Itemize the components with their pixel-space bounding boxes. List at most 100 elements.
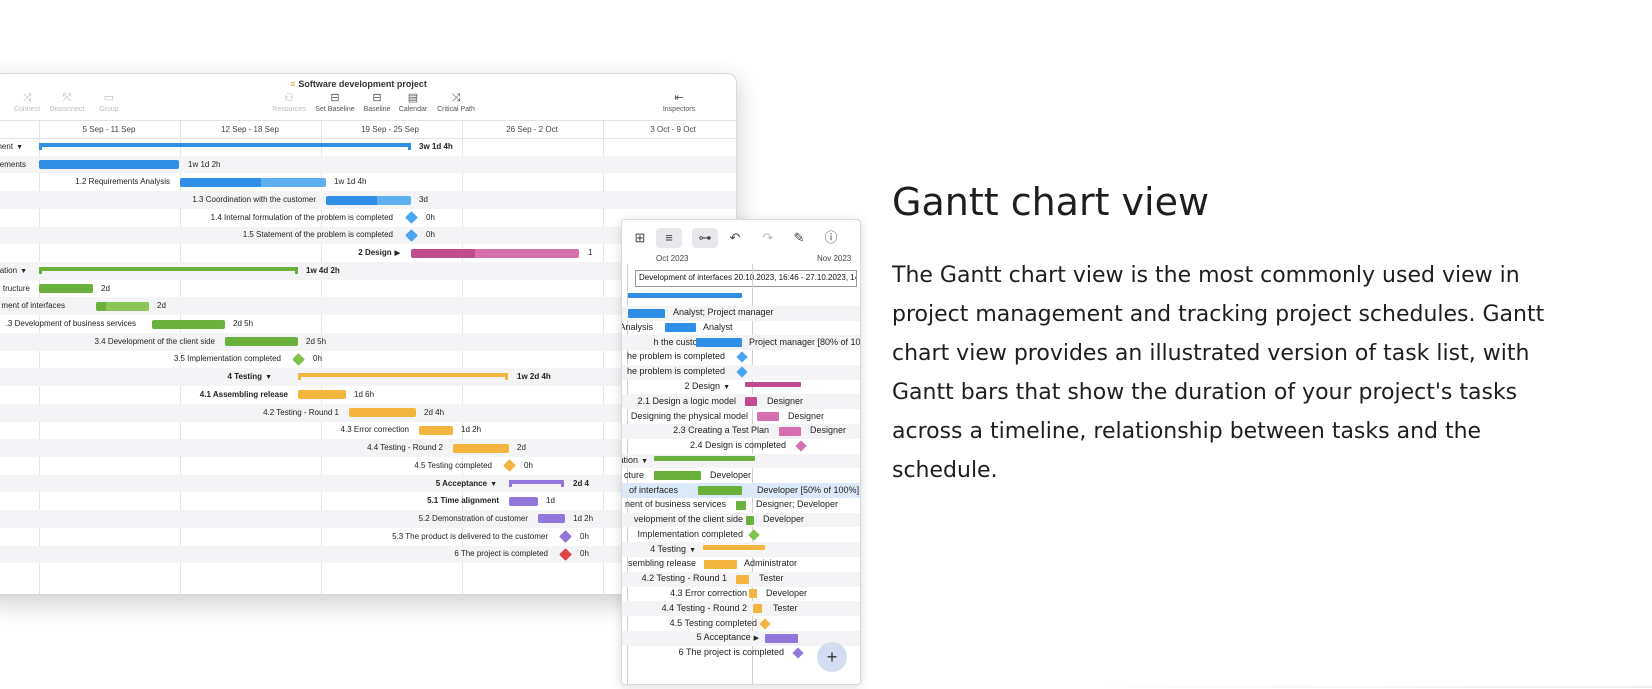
add-task-button[interactable]: + bbox=[817, 642, 847, 672]
task-row[interactable]: velopment of the client side Developer bbox=[622, 512, 860, 528]
expand-triangle-icon[interactable]: ▼ bbox=[689, 547, 696, 554]
task-bar[interactable] bbox=[746, 515, 754, 525]
milestone-diamond[interactable] bbox=[759, 617, 771, 630]
task-bar[interactable] bbox=[757, 412, 779, 422]
task-bar[interactable] bbox=[96, 301, 149, 311]
task-row[interactable]: 1.2 Requirements Analysis 1w 1d 4h bbox=[0, 173, 736, 191]
task-row[interactable]: 4.2 Testing - Round 1 Tester bbox=[622, 571, 860, 587]
group-button[interactable]: ▭ Group bbox=[79, 92, 139, 113]
task-bar[interactable] bbox=[736, 574, 749, 584]
task-name: 6 The project is completed bbox=[454, 549, 548, 558]
milestone-diamond[interactable] bbox=[748, 529, 760, 541]
task-row[interactable]: he problem is completed bbox=[622, 350, 860, 365]
task-row[interactable]: nent of business services Designer; Devel… bbox=[622, 498, 860, 513]
task-bar[interactable] bbox=[654, 471, 701, 481]
baseline-icon[interactable]: ≡ bbox=[656, 228, 682, 248]
task-row[interactable]: ment▼ 3w 1d 4h bbox=[0, 138, 736, 156]
milestone-diamond[interactable] bbox=[291, 353, 305, 366]
task-row[interactable]: Designing the physical model Designer bbox=[622, 409, 860, 424]
expand-triangle-icon[interactable]: ▼ bbox=[265, 374, 272, 381]
expand-triangle-icon[interactable]: ▼ bbox=[641, 458, 648, 465]
task-bar[interactable] bbox=[698, 486, 742, 495]
task-bar[interactable] bbox=[326, 195, 411, 205]
task-row[interactable]: 2.1 Design a logic model Designer bbox=[622, 394, 860, 410]
summary-bar[interactable] bbox=[703, 544, 765, 550]
task-row[interactable]: 2.4 Design is completed bbox=[622, 439, 860, 454]
task-bar[interactable] bbox=[419, 425, 453, 435]
summary-bar[interactable] bbox=[298, 373, 508, 381]
summary-bar[interactable] bbox=[39, 142, 411, 150]
task-row[interactable]: 2 Design ▼ bbox=[622, 380, 860, 395]
task-bar[interactable] bbox=[745, 397, 757, 407]
milestone-diamond[interactable] bbox=[736, 351, 748, 364]
hierarchy-icon[interactable]: ⊶ bbox=[692, 228, 718, 248]
task-row[interactable]: h the customer Project manager [80% of 10 bbox=[622, 335, 861, 351]
expand-triangle-icon[interactable]: ▼ bbox=[723, 384, 730, 391]
milestone-diamond[interactable] bbox=[404, 229, 418, 242]
task-bar[interactable] bbox=[509, 496, 538, 506]
milestone-diamond[interactable] bbox=[404, 211, 418, 225]
info-icon[interactable]: ⓘ bbox=[818, 228, 844, 248]
milestone-diamond[interactable] bbox=[792, 647, 804, 659]
task-bar[interactable] bbox=[736, 500, 746, 510]
task-bar[interactable] bbox=[180, 177, 326, 187]
undo-icon[interactable]: ↶ bbox=[722, 228, 748, 248]
task-row[interactable]: 2.3 Creating a Test Plan Designer bbox=[622, 424, 860, 439]
redo-icon[interactable]: ↷ bbox=[755, 228, 781, 248]
task-row[interactable]: 4 Testing ▼ bbox=[622, 542, 860, 558]
critical-path-button[interactable]: ⤨ Critical Path bbox=[426, 92, 486, 113]
task-bar[interactable] bbox=[753, 604, 762, 614]
task-bar[interactable] bbox=[665, 323, 696, 333]
inspectors-button[interactable]: ⇤ Inspectors bbox=[649, 92, 709, 113]
task-bar[interactable] bbox=[225, 337, 298, 347]
task-bar[interactable] bbox=[152, 319, 225, 329]
task-date-field[interactable]: Development of interfaces 20.10.2023, 16… bbox=[635, 270, 857, 287]
summary-bar[interactable] bbox=[745, 382, 801, 388]
task-row[interactable] bbox=[622, 291, 860, 306]
milestone-diamond[interactable] bbox=[558, 530, 572, 544]
milestone-diamond[interactable] bbox=[502, 459, 516, 473]
task-row[interactable]: he problem is completed bbox=[622, 364, 860, 380]
task-row[interactable]: Analyst; Project manager bbox=[622, 305, 860, 321]
collapse-triangle-icon[interactable]: ▶ bbox=[395, 250, 400, 257]
task-row[interactable]: 4.3 Error correction Developer bbox=[622, 587, 860, 602]
task-row[interactable]: 4.4 Testing - Round 2 Tester bbox=[622, 601, 860, 617]
task-row[interactable]: ation▼ bbox=[622, 453, 860, 469]
task-row[interactable]: 4.5 Testing completed bbox=[622, 616, 860, 631]
task-bar[interactable] bbox=[696, 338, 742, 348]
task-bar[interactable] bbox=[704, 559, 737, 569]
resource-label: Project manager [80% of 10 bbox=[749, 336, 861, 347]
task-row[interactable]: Implementation completed bbox=[622, 527, 860, 542]
summary-bar[interactable] bbox=[509, 479, 564, 487]
task-row[interactable]: rements 1w 1d 2h bbox=[0, 155, 736, 174]
collapse-triangle-icon[interactable]: ▶ bbox=[754, 635, 759, 642]
summary-bar[interactable] bbox=[628, 293, 742, 299]
task-bar[interactable] bbox=[39, 284, 93, 294]
milestone-diamond[interactable] bbox=[736, 366, 748, 378]
task-bar[interactable] bbox=[538, 514, 565, 524]
summary-bar[interactable] bbox=[654, 455, 755, 461]
task-row[interactable]: 1.3 Coordination with the customer 3d bbox=[0, 191, 736, 209]
task-bar[interactable] bbox=[765, 633, 798, 643]
milestone-diamond[interactable] bbox=[558, 548, 572, 561]
task-bar[interactable] bbox=[298, 390, 346, 400]
task-row[interactable]: cture Developer bbox=[622, 468, 860, 483]
task-row[interactable]: sembling release Administrator bbox=[622, 557, 860, 572]
task-bar[interactable] bbox=[411, 248, 579, 258]
task-bar[interactable] bbox=[349, 408, 416, 418]
task-row[interactable]: Analysis Analyst bbox=[622, 321, 860, 336]
expand-triangle-icon[interactable]: ▼ bbox=[16, 144, 23, 151]
task-bar[interactable] bbox=[779, 426, 801, 436]
task-name: Implementation completed bbox=[637, 529, 743, 539]
task-bar[interactable] bbox=[39, 160, 179, 170]
task-row[interactable]: of interfaces Developer [50% of 100%] bbox=[622, 483, 860, 498]
expand-triangle-icon[interactable]: ▼ bbox=[490, 481, 497, 488]
edit-icon[interactable]: ✎ bbox=[786, 228, 812, 248]
task-bar[interactable] bbox=[453, 443, 509, 453]
task-bar[interactable] bbox=[628, 308, 665, 318]
summary-bar[interactable] bbox=[39, 266, 298, 274]
task-bar[interactable] bbox=[749, 589, 757, 599]
grid-icon[interactable]: ⊞ bbox=[627, 228, 653, 248]
expand-triangle-icon[interactable]: ▼ bbox=[20, 268, 27, 275]
milestone-diamond[interactable] bbox=[795, 440, 807, 452]
